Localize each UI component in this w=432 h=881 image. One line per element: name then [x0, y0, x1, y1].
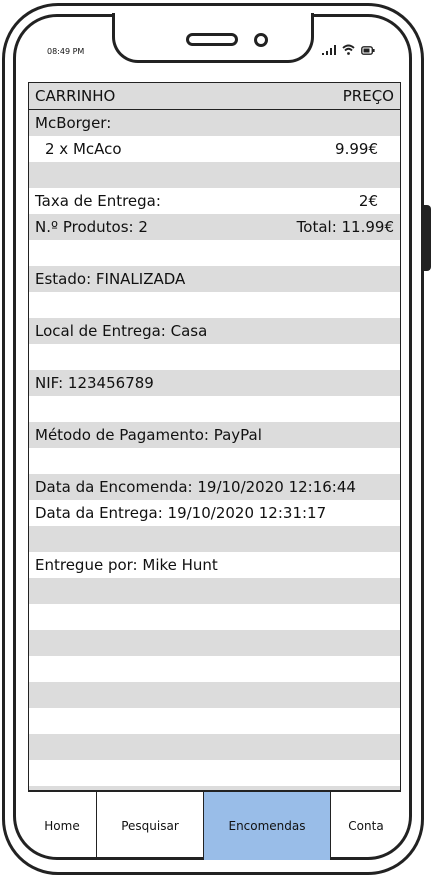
- fee-row: Taxa de Entrega: 2€: [29, 188, 400, 214]
- battery-icon: [361, 46, 375, 55]
- empty-row: [29, 578, 400, 604]
- item-name: 2 x McAco: [45, 140, 122, 158]
- speaker-icon: [186, 33, 238, 46]
- restaurant-name: McBorger:: [35, 114, 112, 132]
- products-count: N.º Produtos: 2: [35, 218, 148, 236]
- delivery-location-row: Local de Entrega: Casa: [29, 318, 400, 344]
- payment-row: Método de Pagamento: PayPal: [29, 422, 400, 448]
- fee-value: 2€: [358, 192, 378, 210]
- summary-row: N.º Produtos: 2 Total: 11.99€: [29, 214, 400, 240]
- empty-row: [29, 344, 400, 370]
- item-price: 9.99€: [335, 140, 378, 158]
- signal-icon: [322, 45, 336, 55]
- tab-pesquisar-label: Pesquisar: [121, 819, 179, 833]
- tab-conta[interactable]: Conta: [331, 792, 401, 860]
- camera-icon: [254, 33, 268, 47]
- empty-row: [29, 396, 400, 422]
- empty-row: [29, 734, 400, 760]
- order-total: Total: 11.99€: [296, 218, 394, 236]
- courier-row: Entregue por: Mike Hunt: [29, 552, 400, 578]
- empty-row: [29, 708, 400, 734]
- tab-home[interactable]: Home: [28, 792, 97, 860]
- empty-row: [29, 162, 400, 188]
- nif-row: NIF: 123456789: [29, 370, 400, 396]
- status-time: 08:49 PM: [47, 47, 85, 56]
- order-details-screen: CARRINHO PREÇO McBorger: 2 x McAco 9.99€…: [28, 82, 401, 792]
- cart-header: CARRINHO PREÇO: [29, 83, 400, 110]
- delivery-location: Local de Entrega: Casa: [35, 322, 208, 340]
- order-date-row: Data da Encomenda: 19/10/2020 12:16:44: [29, 474, 400, 500]
- empty-row: [29, 682, 400, 708]
- nif-value: NIF: 123456789: [35, 374, 154, 392]
- tab-encomendas[interactable]: Encomendas: [204, 792, 331, 860]
- restaurant-row: McBorger:: [29, 110, 400, 136]
- order-date: Data da Encomenda: 19/10/2020 12:16:44: [35, 478, 356, 496]
- payment-method: Método de Pagamento: PayPal: [35, 426, 262, 444]
- bottom-tab-bar: Home Pesquisar Encomendas Conta: [28, 790, 401, 860]
- empty-row: [29, 760, 400, 786]
- tab-conta-label: Conta: [348, 819, 384, 833]
- delivery-date-row: Data da Entrega: 19/10/2020 12:31:17: [29, 500, 400, 526]
- phone-side-button: [424, 205, 431, 271]
- empty-row: [29, 656, 400, 682]
- empty-row: [29, 448, 400, 474]
- delivery-date: Data da Entrega: 19/10/2020 12:31:17: [35, 504, 327, 522]
- tab-home-label: Home: [44, 819, 80, 833]
- empty-row: [29, 526, 400, 552]
- tab-pesquisar[interactable]: Pesquisar: [97, 792, 204, 860]
- fee-label: Taxa de Entrega:: [35, 192, 161, 210]
- wifi-icon: [342, 44, 355, 55]
- column-price-label: PREÇO: [342, 87, 394, 105]
- empty-row: [29, 604, 400, 630]
- order-status: Estado: FINALIZADA: [35, 270, 186, 288]
- empty-row: [29, 240, 400, 266]
- item-row: 2 x McAco 9.99€: [29, 136, 400, 162]
- courier-name: Entregue por: Mike Hunt: [35, 556, 218, 574]
- empty-row: [29, 630, 400, 656]
- empty-row: [29, 292, 400, 318]
- tab-encomendas-label: Encomendas: [228, 819, 306, 833]
- status-row: Estado: FINALIZADA: [29, 266, 400, 292]
- status-icons: [322, 44, 375, 55]
- column-item-label: CARRINHO: [35, 87, 116, 105]
